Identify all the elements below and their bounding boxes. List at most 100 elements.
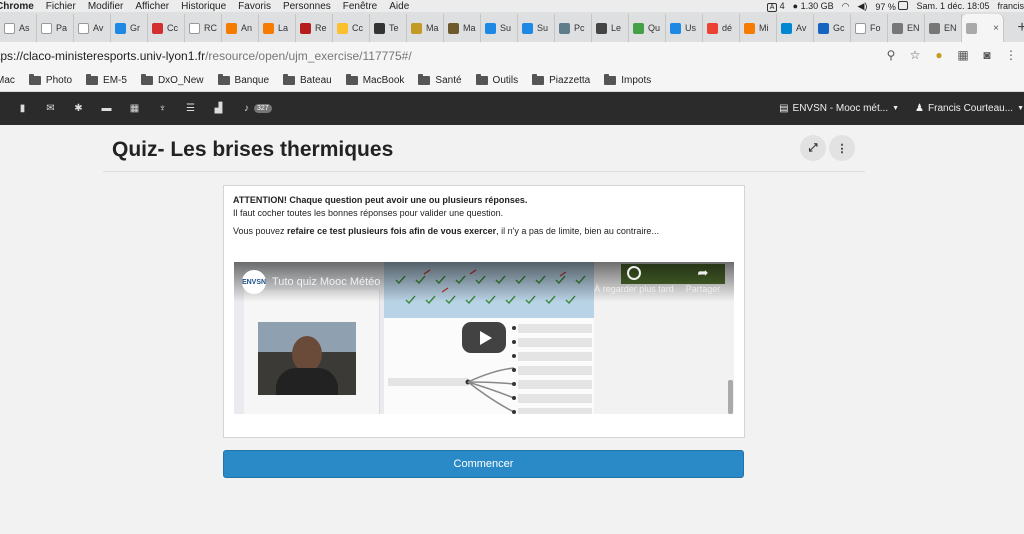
tab-item[interactable]: Pa <box>37 14 74 42</box>
macos-menubar: Chrome Fichier Modifier Afficher Histori… <box>0 0 1024 12</box>
tab-favicon-icon <box>818 22 829 34</box>
tab-item[interactable]: RC <box>185 14 222 42</box>
menu-personnes[interactable]: Personnes <box>283 1 331 12</box>
tab-favicon-icon <box>226 22 237 34</box>
extension-grid-icon[interactable]: ▦ <box>956 48 970 62</box>
chart-icon[interactable]: ▟ <box>213 103 224 114</box>
bookmark-banque[interactable]: Banque <box>217 74 269 86</box>
tab-item[interactable]: As <box>0 14 37 42</box>
tab-item[interactable]: Cc <box>333 14 370 42</box>
tab-item[interactable]: Cc <box>148 14 185 42</box>
wifi-icon[interactable]: ◠ <box>842 1 850 12</box>
bookmark-em5[interactable]: EM-5 <box>86 74 127 86</box>
tab-close-icon[interactable]: × <box>993 23 999 34</box>
calendar-icon[interactable]: ▦ <box>129 103 140 114</box>
more-options-button[interactable]: ⋮ <box>829 135 855 161</box>
status-battery[interactable]: 97 % <box>875 0 909 12</box>
bookmark-sante[interactable]: Santé <box>418 74 462 86</box>
bookmark-mac[interactable]: Mac <box>0 75 15 86</box>
camera-icon[interactable]: ◙ <box>980 48 994 62</box>
tab-favicon-icon <box>41 22 52 34</box>
tab-item[interactable]: Av <box>74 14 111 42</box>
share-button[interactable]: ➦ Partager <box>678 265 728 295</box>
fullscreen-button[interactable]: ⤢ <box>800 135 826 161</box>
watch-later-button[interactable]: À regarder plus tard <box>594 266 674 294</box>
channel-logo[interactable]: ENVSN <box>242 270 266 294</box>
bookmark-bateau[interactable]: Bateau <box>283 74 332 86</box>
bookmark-dxo[interactable]: DxO_New <box>140 74 204 86</box>
bookmark-star-icon[interactable]: ☆ <box>908 48 922 62</box>
trophy-icon[interactable]: ♆ <box>157 103 168 114</box>
bookmark-outils[interactable]: Outils <box>475 74 518 86</box>
tab-item[interactable]: Pc <box>555 14 592 42</box>
tab-item[interactable]: Su <box>518 14 555 42</box>
tab-item[interactable]: Ma <box>444 14 481 42</box>
tab-item[interactable]: An <box>222 14 259 42</box>
bookmark-piazzetta[interactable]: Piazzetta <box>532 74 590 86</box>
folder-icon <box>283 74 296 85</box>
bookmark-impots[interactable]: Impots <box>604 74 651 86</box>
url-input[interactable]: tps://claco-ministeresports.univ-lyon1.f… <box>0 49 412 63</box>
database-icon[interactable]: ☰ <box>185 103 196 114</box>
menu-fichier[interactable]: Fichier <box>46 1 76 12</box>
tab-item[interactable]: Mi <box>740 14 777 42</box>
video-title[interactable]: Tuto quiz Mooc Météo <box>272 276 380 288</box>
envelope-icon[interactable]: ✉ <box>45 103 56 114</box>
new-tab-button[interactable]: + <box>1012 14 1024 42</box>
tab-item[interactable]: Su <box>481 14 518 42</box>
share-arrow-icon: ➦ <box>697 265 709 280</box>
tab-active[interactable]: × <box>962 14 1004 42</box>
tab-item[interactable]: Us <box>666 14 703 42</box>
tab-item[interactable]: dé <box>703 14 740 42</box>
url-host: tps://claco-ministeresports.univ-lyon1.f… <box>0 49 206 63</box>
workspace-dropdown[interactable]: ▤ ENVSN - Mooc mét... ▼ <box>779 103 899 114</box>
folder-open-icon[interactable]: ▬ <box>101 103 112 114</box>
bookmark-icon[interactable]: ▮ <box>17 103 28 114</box>
status-datetime[interactable]: Sam. 1 déc. 18:05 <box>916 1 989 11</box>
play-button[interactable] <box>462 322 506 353</box>
status-memory[interactable]: ● 1.30 GB <box>793 1 834 11</box>
tab-item[interactable]: EN <box>888 14 925 42</box>
bookmark-photo[interactable]: Photo <box>28 74 72 86</box>
notifications-button[interactable]: ♪ 327 <box>241 103 272 114</box>
app-icon: A <box>767 2 778 12</box>
menu-aide[interactable]: Aide <box>389 1 409 12</box>
menu-afficher[interactable]: Afficher <box>135 1 169 12</box>
menu-historique[interactable]: Historique <box>181 1 226 12</box>
menu-fenetre[interactable]: Fenêtre <box>343 1 377 12</box>
gear-icon[interactable]: ✱ <box>73 103 84 114</box>
menu-modifier[interactable]: Modifier <box>88 1 124 12</box>
user-dropdown[interactable]: ♟ Francis Courteau... ▼ <box>915 103 1024 114</box>
tab-item[interactable]: EN <box>925 14 962 42</box>
tab-label: Qu <box>648 23 661 33</box>
menu-dots-icon[interactable]: ⋮ <box>1004 48 1018 62</box>
tab-label: Su <box>500 23 512 33</box>
zoom-icon[interactable]: ⚲ <box>884 48 898 62</box>
webcam-thumbnail <box>258 322 356 395</box>
tab-label: Cc <box>352 23 363 33</box>
start-quiz-button[interactable]: Commencer <box>223 450 744 478</box>
tab-item[interactable]: La <box>259 14 296 42</box>
tab-item[interactable]: Gr <box>111 14 148 42</box>
status-count[interactable]: A 4 <box>767 1 785 12</box>
bookmark-macbook[interactable]: MacBook <box>345 74 404 86</box>
tab-favicon-icon <box>485 22 496 34</box>
tab-label: Av <box>93 23 104 33</box>
tab-item[interactable]: Gc <box>814 14 851 42</box>
menu-favoris[interactable]: Favoris <box>238 1 271 12</box>
tab-item[interactable]: Av <box>777 14 814 42</box>
embedded-video[interactable]: ENVSN Tuto quiz Mooc Météo À regarder pl… <box>234 262 734 414</box>
tab-favicon-icon <box>966 22 977 34</box>
tab-item[interactable]: Fo <box>851 14 888 42</box>
tab-item[interactable]: Ma <box>407 14 444 42</box>
tab-label: Fo <box>870 23 881 33</box>
tab-item[interactable]: Qu <box>629 14 666 42</box>
tab-item[interactable]: Te <box>370 14 407 42</box>
menubar-app-name[interactable]: Chrome <box>0 1 34 12</box>
extension-pig-icon[interactable]: ● <box>932 48 946 62</box>
tab-item[interactable]: Re <box>296 14 333 42</box>
status-user[interactable]: francis <box>997 1 1024 11</box>
volume-icon[interactable]: ◀) <box>857 1 867 12</box>
video-scrollbar[interactable] <box>728 380 733 414</box>
tab-item[interactable]: Le <box>592 14 629 42</box>
